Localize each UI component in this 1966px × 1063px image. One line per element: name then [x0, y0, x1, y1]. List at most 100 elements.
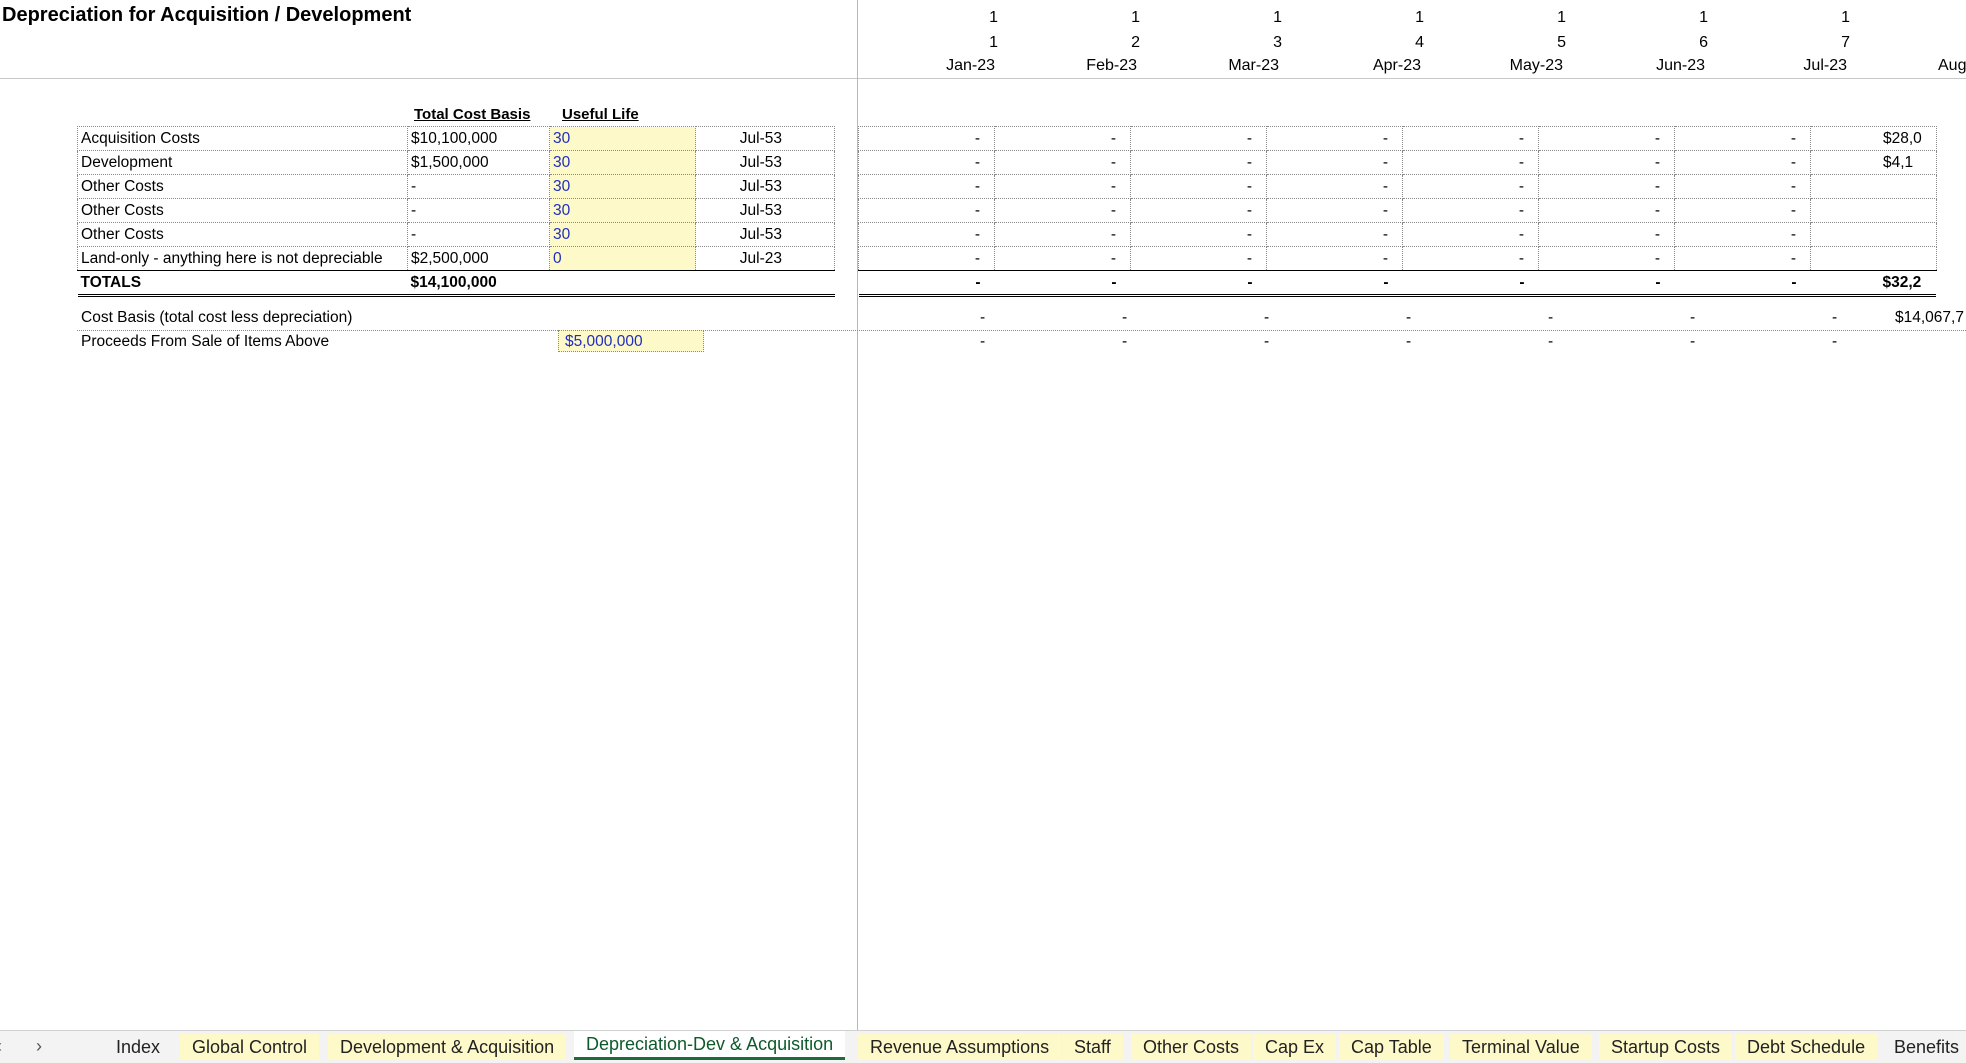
grid-cell[interactable]: -: [1402, 270, 1539, 297]
grid-cell[interactable]: [1810, 246, 1937, 271]
cost-basis-label[interactable]: Cost Basis (total cost less depreciation…: [81, 309, 352, 327]
grid-cell[interactable]: $32,2: [1810, 270, 1937, 297]
grid-cell[interactable]: -: [1402, 246, 1539, 271]
grid-cell[interactable]: -: [1266, 150, 1403, 175]
cost-basis-period-value[interactable]: -: [1832, 309, 1837, 327]
cost-basis-period-value[interactable]: -: [1406, 309, 1411, 327]
grid-cell[interactable]: -: [1674, 150, 1811, 175]
grid-cell[interactable]: -: [1266, 270, 1403, 297]
grid-cell[interactable]: -: [1674, 198, 1811, 223]
cost-cell[interactable]: $2,500,000: [407, 246, 550, 271]
grid-cell[interactable]: -: [994, 150, 1131, 175]
cost-basis-period-value[interactable]: -: [1264, 309, 1269, 327]
grid-cell[interactable]: -: [994, 222, 1131, 247]
grid-cell[interactable]: [1810, 198, 1937, 223]
tab-global-control[interactable]: Global Control: [180, 1034, 320, 1060]
grid-cell[interactable]: -: [1538, 174, 1675, 199]
grid-cell[interactable]: -: [858, 270, 995, 297]
grid-cell[interactable]: -: [1674, 222, 1811, 247]
tab-debt-schedule[interactable]: Debt Schedule: [1735, 1034, 1878, 1060]
grid-cell[interactable]: -: [1266, 198, 1403, 223]
grid-cell[interactable]: -: [1130, 126, 1267, 151]
tab-startup-costs[interactable]: Startup Costs: [1599, 1034, 1733, 1060]
row-label[interactable]: Other Costs: [77, 198, 408, 223]
grid-cell[interactable]: -: [1130, 150, 1267, 175]
cost-basis-aug-value[interactable]: $14,067,7: [1895, 309, 1964, 327]
cost-basis-period-value[interactable]: -: [1548, 309, 1553, 327]
cost-basis-period-value[interactable]: -: [980, 309, 985, 327]
grid-cell[interactable]: $28,0: [1810, 126, 1937, 151]
chevron-right-icon[interactable]: ›: [36, 1036, 42, 1057]
grid-cell[interactable]: -: [1402, 222, 1539, 247]
useful-life-input[interactable]: 0: [549, 246, 696, 271]
end-date-cell[interactable]: Jul-53: [695, 126, 835, 151]
grid-cell[interactable]: -: [1674, 246, 1811, 271]
grid-cell[interactable]: -: [858, 126, 995, 151]
proceeds-period-value[interactable]: -: [980, 333, 985, 351]
proceeds-period-value[interactable]: -: [1122, 333, 1127, 351]
grid-cell[interactable]: -: [1130, 270, 1267, 297]
cost-cell[interactable]: $1,500,000: [407, 150, 550, 175]
row-label[interactable]: Acquisition Costs: [77, 126, 408, 151]
proceeds-input[interactable]: $5,000,000: [558, 330, 704, 352]
end-date-cell[interactable]: Jul-53: [695, 222, 835, 247]
useful-life-input[interactable]: 30: [549, 174, 696, 199]
grid-cell[interactable]: -: [1538, 246, 1675, 271]
row-label[interactable]: Development: [77, 150, 408, 175]
grid-cell[interactable]: -: [858, 174, 995, 199]
grid-cell[interactable]: -: [1402, 126, 1539, 151]
grid-cell[interactable]: -: [1266, 246, 1403, 271]
proceeds-label[interactable]: Proceeds From Sale of Items Above: [81, 333, 329, 351]
grid-cell[interactable]: $4,1: [1810, 150, 1937, 175]
tab-depreciation-dev-acquisition[interactable]: Depreciation-Dev & Acquisition: [574, 1031, 846, 1060]
grid-cell[interactable]: -: [1130, 222, 1267, 247]
grid-cell[interactable]: -: [1130, 198, 1267, 223]
grid-cell[interactable]: -: [1538, 150, 1675, 175]
tab-index[interactable]: Index: [104, 1034, 172, 1060]
tab-revenue-assumptions[interactable]: Revenue Assumptions: [858, 1034, 1062, 1060]
tab-staff[interactable]: Staff: [1062, 1034, 1123, 1060]
totals-empty-cell[interactable]: [695, 270, 835, 297]
useful-life-input[interactable]: 30: [549, 222, 696, 247]
tab-cap-ex[interactable]: Cap Ex: [1253, 1034, 1337, 1060]
grid-cell[interactable]: -: [1674, 270, 1811, 297]
useful-life-input[interactable]: 30: [549, 150, 696, 175]
end-date-cell[interactable]: Jul-53: [695, 198, 835, 223]
grid-cell[interactable]: -: [994, 174, 1131, 199]
tab-terminal-value[interactable]: Terminal Value: [1450, 1034, 1592, 1060]
totals-cost[interactable]: $14,100,000: [407, 270, 550, 297]
row-label[interactable]: Other Costs: [77, 174, 408, 199]
cost-cell[interactable]: -: [407, 222, 550, 247]
grid-cell[interactable]: -: [1674, 174, 1811, 199]
grid-cell[interactable]: [1810, 222, 1937, 247]
grid-cell[interactable]: -: [994, 126, 1131, 151]
chevron-left-icon[interactable]: ‹: [0, 1036, 2, 1057]
proceeds-period-value[interactable]: -: [1264, 333, 1269, 351]
grid-cell[interactable]: -: [1674, 126, 1811, 151]
tab-development-acquisition[interactable]: Development & Acquisition: [328, 1034, 567, 1060]
grid-cell[interactable]: -: [994, 270, 1131, 297]
end-date-cell[interactable]: Jul-53: [695, 150, 835, 175]
tab-cap-table[interactable]: Cap Table: [1339, 1034, 1444, 1060]
grid-cell[interactable]: -: [1402, 198, 1539, 223]
tab-benefits[interactable]: Benefits: [1882, 1034, 1966, 1060]
cost-cell[interactable]: -: [407, 198, 550, 223]
row-label[interactable]: Land-only - anything here is not depreci…: [77, 246, 408, 271]
tab-other-costs[interactable]: Other Costs: [1131, 1034, 1252, 1060]
grid-cell[interactable]: -: [858, 198, 995, 223]
grid-cell[interactable]: [1810, 174, 1937, 199]
totals-label[interactable]: TOTALS: [77, 270, 408, 297]
grid-cell[interactable]: -: [1130, 174, 1267, 199]
grid-cell[interactable]: -: [994, 246, 1131, 271]
grid-cell[interactable]: -: [1402, 174, 1539, 199]
grid-cell[interactable]: -: [1130, 246, 1267, 271]
proceeds-period-value[interactable]: -: [1690, 333, 1695, 351]
proceeds-period-value[interactable]: -: [1548, 333, 1553, 351]
useful-life-input[interactable]: 30: [549, 126, 696, 151]
grid-cell[interactable]: -: [1538, 198, 1675, 223]
grid-cell[interactable]: -: [858, 222, 995, 247]
end-date-cell[interactable]: Jul-23: [695, 246, 835, 271]
grid-cell[interactable]: -: [1538, 126, 1675, 151]
useful-life-input[interactable]: 30: [549, 198, 696, 223]
row-label[interactable]: Other Costs: [77, 222, 408, 247]
